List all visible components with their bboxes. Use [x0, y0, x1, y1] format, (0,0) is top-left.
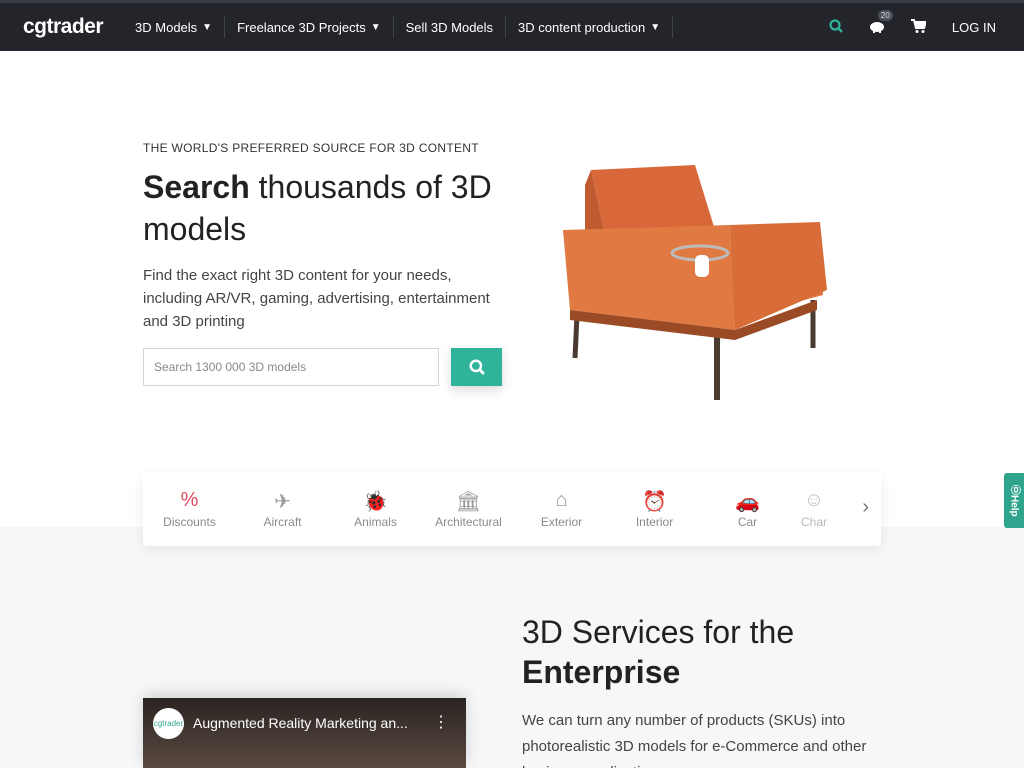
piggy-badge: 20	[877, 9, 893, 21]
logo[interactable]: cgtrader	[23, 15, 104, 39]
login-link[interactable]: LOG IN	[952, 20, 996, 35]
category-animals[interactable]: 🐞 Animals	[329, 489, 422, 529]
chevron-down-icon: ▼	[370, 21, 381, 33]
category-architectural[interactable]: 🏛 Architectural	[422, 489, 515, 529]
video-player[interactable]: cgtrader Augmented Reality Marketing an.…	[143, 698, 466, 768]
nav-freelance[interactable]: Freelance 3D Projects ▼	[225, 16, 394, 38]
chevron-down-icon: ▼	[650, 21, 661, 33]
top-nav: cgtrader 3D Models ▼ Freelance 3D Project…	[0, 0, 1024, 51]
hero-title-bold: Search	[143, 169, 250, 205]
category-icon: 🚗	[735, 491, 760, 513]
category-aircraft[interactable]: ✈ Aircraft	[236, 489, 329, 529]
help-tab[interactable]: ⓪ Help	[1004, 473, 1024, 528]
nav-label: Freelance 3D Projects	[237, 19, 366, 35]
category-car[interactable]: 🚗 Car	[701, 489, 794, 529]
category-interior[interactable]: ⏰ Interior	[608, 489, 701, 529]
chevron-down-icon: ▼	[202, 21, 213, 33]
enterprise-title-bold: Enterprise	[522, 654, 681, 690]
search-icon[interactable]	[829, 18, 843, 36]
hero-eyebrow: THE WORLD'S PREFERRED SOURCE FOR 3D CONT…	[143, 141, 479, 155]
channel-avatar[interactable]: cgtrader	[153, 708, 184, 739]
cart-icon[interactable]	[910, 18, 928, 36]
armchair-3d-model[interactable]	[555, 160, 835, 405]
category-icon: ☺	[803, 489, 825, 511]
more-vert-icon[interactable]: ⋮	[433, 712, 449, 732]
nav-label: 3D content production	[518, 19, 646, 35]
category-icon: ⌂	[555, 489, 568, 511]
search-input[interactable]: Search 1300 000 3D models	[143, 348, 439, 386]
chevron-right-icon[interactable]: ›	[862, 496, 869, 519]
nav-3d-models[interactable]: 3D Models ▼	[123, 16, 226, 38]
category-icon: 🏛	[455, 491, 482, 513]
enterprise-description: We can turn any number of products (SKUs…	[522, 712, 867, 768]
hero-title: Search thousands of 3D models	[143, 166, 523, 250]
nav-label: 3D Models	[135, 19, 198, 35]
category-icon: ⏰	[642, 491, 667, 513]
category-icon: %	[180, 489, 199, 511]
search-button[interactable]	[451, 348, 502, 386]
category-label: Discounts	[163, 515, 216, 529]
category-label: Char	[800, 515, 827, 529]
category-label: Aircraft	[263, 515, 302, 529]
category-icon: 🐞	[363, 491, 388, 513]
category-label: Architectural	[435, 515, 502, 529]
category-label: Animals	[354, 515, 397, 529]
category-bar: % Discounts ✈ Aircraft 🐞 Animals 🏛 Architectura…	[143, 472, 881, 546]
category-char[interactable]: ☺ Char	[794, 489, 834, 529]
help-label: Help	[1008, 494, 1020, 517]
nav-sell[interactable]: Sell 3D Models	[394, 16, 507, 38]
video-title[interactable]: Augmented Reality Marketing an...	[193, 715, 408, 731]
category-label: Exterior	[540, 515, 583, 529]
nav-label: Sell 3D Models	[405, 19, 494, 35]
category-label: Car	[737, 515, 758, 529]
category-icon: ✈	[274, 491, 291, 513]
nav-content-production[interactable]: 3D content production ▼	[506, 16, 674, 38]
enterprise-title: 3D Services for the Enterprise	[522, 612, 794, 692]
category-label: Interior	[635, 515, 674, 529]
category-discounts[interactable]: % Discounts	[143, 489, 236, 529]
enterprise-title-line1: 3D Services for the	[522, 614, 795, 650]
hero-description: Find the exact right 3D content for your…	[143, 267, 490, 330]
piggy-bank-icon[interactable]: 20	[869, 9, 893, 36]
search-icon	[468, 359, 485, 375]
category-exterior[interactable]: ⌂ Exterior	[515, 489, 608, 529]
